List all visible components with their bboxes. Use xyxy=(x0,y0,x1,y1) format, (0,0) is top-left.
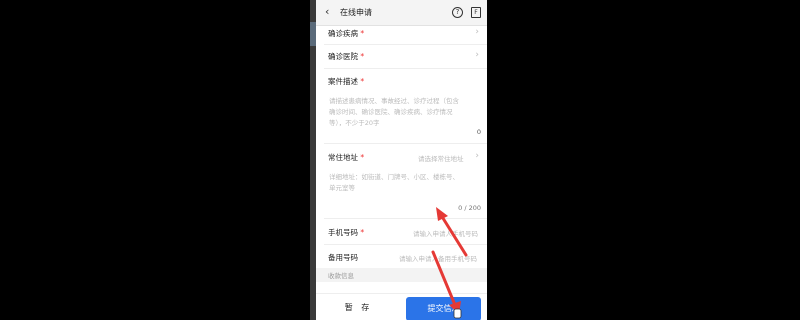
annotation-arrow-submit xyxy=(431,250,461,314)
cursor-hand-icon xyxy=(453,308,462,319)
annotation-arrows xyxy=(431,207,468,319)
annotation-arrow-textarea xyxy=(436,207,468,257)
